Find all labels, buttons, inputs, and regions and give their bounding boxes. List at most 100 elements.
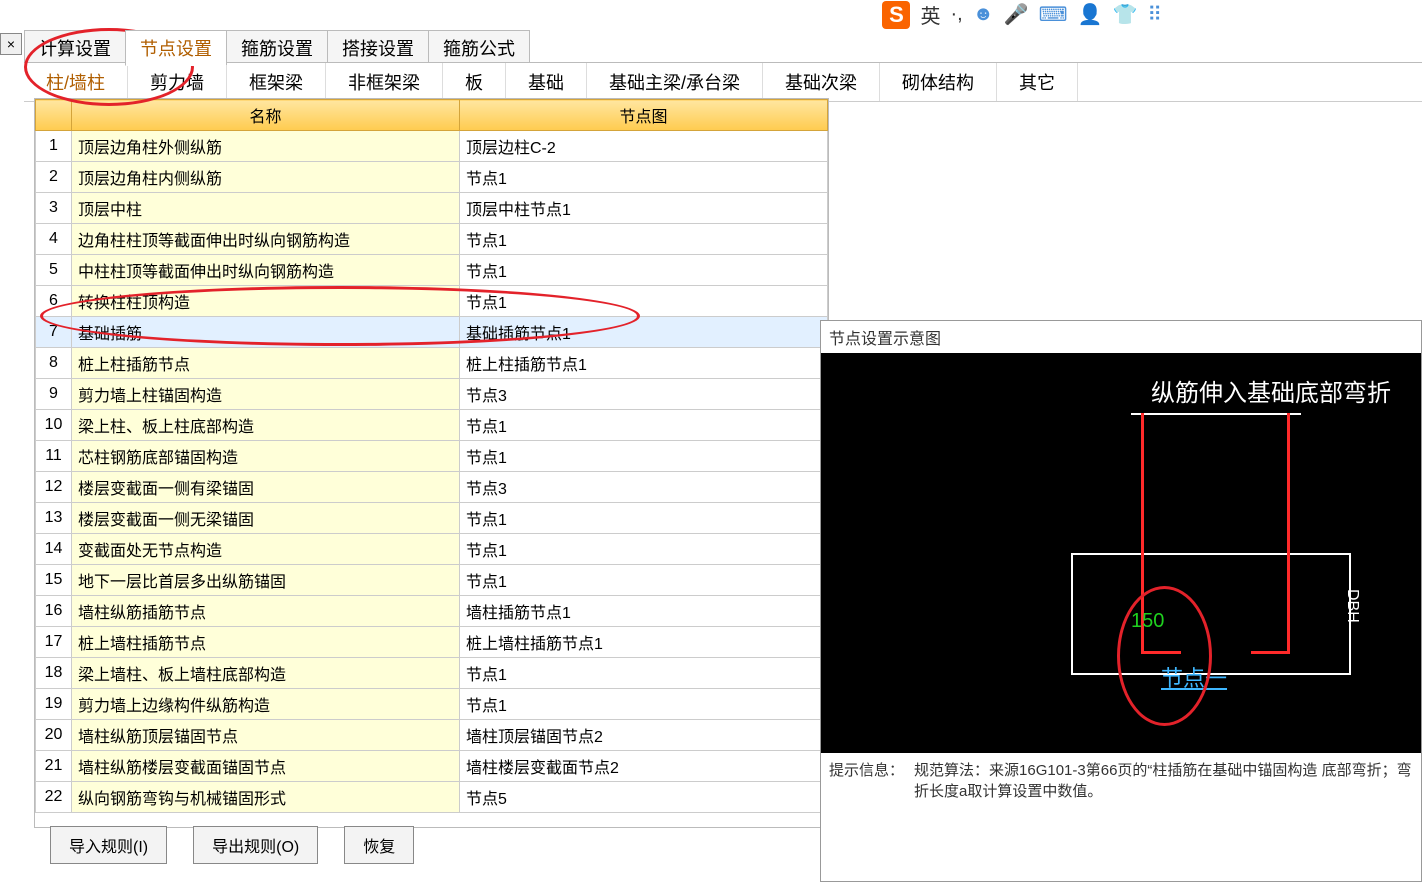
row-name[interactable]: 顶层中柱 bbox=[72, 193, 460, 224]
row-num: 18 bbox=[36, 658, 72, 689]
row-node[interactable]: 节点1 bbox=[460, 441, 828, 472]
sub-tab[interactable]: 基础次梁 bbox=[763, 63, 880, 101]
table-row[interactable]: 21墙柱纵筋楼层变截面锚固节点墙柱楼层变截面节点2 bbox=[36, 751, 828, 782]
row-node[interactable]: 节点3 bbox=[460, 472, 828, 503]
row-name[interactable]: 剪力墙上边缘构件纵筋构造 bbox=[72, 689, 460, 720]
row-node[interactable]: 墙柱楼层变截面节点2 bbox=[460, 751, 828, 782]
table-row[interactable]: 20墙柱纵筋顶层锚固节点墙柱顶层锚固节点2 bbox=[36, 720, 828, 751]
row-node[interactable]: 墙柱插筋节点1 bbox=[460, 596, 828, 627]
row-node[interactable]: 顶层中柱节点1 bbox=[460, 193, 828, 224]
row-name[interactable]: 墙柱纵筋顶层锚固节点 bbox=[72, 720, 460, 751]
row-node[interactable]: 桩上柱插筋节点1 bbox=[460, 348, 828, 379]
row-node[interactable]: 节点3 bbox=[460, 379, 828, 410]
ime-punct[interactable]: ·, bbox=[950, 3, 962, 26]
diagram-node-label[interactable]: 节点一 bbox=[1161, 661, 1227, 693]
table-row[interactable]: 13楼层变截面一侧无梁锚固节点1 bbox=[36, 503, 828, 534]
row-name[interactable]: 墙柱纵筋插筋节点 bbox=[72, 596, 460, 627]
sub-tab[interactable]: 框架梁 bbox=[227, 63, 326, 101]
ime-lang[interactable]: 英 bbox=[920, 0, 940, 29]
row-node[interactable]: 节点1 bbox=[460, 224, 828, 255]
table-row[interactable]: 15地下一层比首层多出纵筋锚固节点1 bbox=[36, 565, 828, 596]
grid-icon[interactable]: ⠿ bbox=[1147, 2, 1162, 27]
row-node[interactable]: 节点1 bbox=[460, 286, 828, 317]
table-row[interactable]: 22纵向钢筋弯钩与机械锚固形式节点5 bbox=[36, 782, 828, 813]
main-tab[interactable]: 计算设置 bbox=[24, 30, 126, 66]
table-row[interactable]: 4边角柱柱顶等截面伸出时纵向钢筋构造节点1 bbox=[36, 224, 828, 255]
import-button[interactable]: 导入规则(I) bbox=[50, 826, 167, 864]
row-node[interactable]: 节点1 bbox=[460, 689, 828, 720]
row-num: 10 bbox=[36, 410, 72, 441]
row-num: 5 bbox=[36, 255, 72, 286]
row-name[interactable]: 桩上墙柱插筋节点 bbox=[72, 627, 460, 658]
row-name[interactable]: 顶层边角柱内侧纵筋 bbox=[72, 162, 460, 193]
table-row[interactable]: 6转换柱柱顶构造节点1 bbox=[36, 286, 828, 317]
row-node[interactable]: 顶层边柱C-2 bbox=[460, 131, 828, 162]
table-row[interactable]: 3顶层中柱顶层中柱节点1 bbox=[36, 193, 828, 224]
table-row[interactable]: 16墙柱纵筋插筋节点墙柱插筋节点1 bbox=[36, 596, 828, 627]
row-name[interactable]: 顶层边角柱外侧纵筋 bbox=[72, 131, 460, 162]
row-num: 13 bbox=[36, 503, 72, 534]
row-name[interactable]: 梁上墙柱、板上墙柱底部构造 bbox=[72, 658, 460, 689]
sub-tab[interactable]: 剪力墙 bbox=[128, 63, 227, 101]
table-row[interactable]: 1顶层边角柱外侧纵筋顶层边柱C-2 bbox=[36, 131, 828, 162]
table-row[interactable]: 19剪力墙上边缘构件纵筋构造节点1 bbox=[36, 689, 828, 720]
row-name[interactable]: 墙柱纵筋楼层变截面锚固节点 bbox=[72, 751, 460, 782]
close-button[interactable]: × bbox=[0, 33, 22, 55]
row-name[interactable]: 转换柱柱顶构造 bbox=[72, 286, 460, 317]
row-node[interactable]: 节点1 bbox=[460, 410, 828, 441]
main-tab[interactable]: 搭接设置 bbox=[327, 30, 429, 66]
row-name[interactable]: 桩上柱插筋节点 bbox=[72, 348, 460, 379]
row-name[interactable]: 边角柱柱顶等截面伸出时纵向钢筋构造 bbox=[72, 224, 460, 255]
row-name[interactable]: 地下一层比首层多出纵筋锚固 bbox=[72, 565, 460, 596]
row-num: 17 bbox=[36, 627, 72, 658]
sub-tab[interactable]: 基础主梁/承台梁 bbox=[587, 63, 763, 101]
row-node[interactable]: 节点5 bbox=[460, 782, 828, 813]
row-node[interactable]: 墙柱顶层锚固节点2 bbox=[460, 720, 828, 751]
table-row[interactable]: 9剪力墙上柱锚固构造节点3 bbox=[36, 379, 828, 410]
row-node[interactable]: 节点1 bbox=[460, 565, 828, 596]
mic-icon[interactable]: 🎤 bbox=[1004, 2, 1029, 27]
row-node[interactable]: 节点1 bbox=[460, 658, 828, 689]
row-name[interactable]: 楼层变截面一侧有梁锚固 bbox=[72, 472, 460, 503]
person-icon[interactable]: 👤 bbox=[1078, 2, 1103, 27]
row-name[interactable]: 芯柱钢筋底部锚固构造 bbox=[72, 441, 460, 472]
table-row[interactable]: 18梁上墙柱、板上墙柱底部构造节点1 bbox=[36, 658, 828, 689]
row-node[interactable]: 基础插筋节点1 bbox=[460, 317, 828, 348]
row-node[interactable]: 桩上墙柱插筋节点1 bbox=[460, 627, 828, 658]
sub-tab[interactable]: 其它 bbox=[997, 63, 1078, 101]
row-name[interactable]: 变截面处无节点构造 bbox=[72, 534, 460, 565]
sub-tab[interactable]: 砌体结构 bbox=[880, 63, 997, 101]
main-tab[interactable]: 箍筋公式 bbox=[428, 30, 530, 66]
sub-tab[interactable]: 基础 bbox=[506, 63, 587, 101]
sub-tab[interactable]: 非框架梁 bbox=[326, 63, 443, 101]
table-row[interactable]: 10梁上柱、板上柱底部构造节点1 bbox=[36, 410, 828, 441]
row-name[interactable]: 中柱柱顶等截面伸出时纵向钢筋构造 bbox=[72, 255, 460, 286]
restore-button[interactable]: 恢复 bbox=[344, 826, 414, 864]
table-row[interactable]: 11芯柱钢筋底部锚固构造节点1 bbox=[36, 441, 828, 472]
sub-tab[interactable]: 板 bbox=[443, 63, 506, 101]
table-row[interactable]: 12楼层变截面一侧有梁锚固节点3 bbox=[36, 472, 828, 503]
smile-icon[interactable]: ☻ bbox=[973, 3, 994, 26]
table-row[interactable]: 14变截面处无节点构造节点1 bbox=[36, 534, 828, 565]
table-row[interactable]: 7基础插筋基础插筋节点1 bbox=[36, 317, 828, 348]
row-name[interactable]: 纵向钢筋弯钩与机械锚固形式 bbox=[72, 782, 460, 813]
row-name[interactable]: 基础插筋 bbox=[72, 317, 460, 348]
row-node[interactable]: 节点1 bbox=[460, 162, 828, 193]
table-row[interactable]: 8桩上柱插筋节点桩上柱插筋节点1 bbox=[36, 348, 828, 379]
row-name[interactable]: 剪力墙上柱锚固构造 bbox=[72, 379, 460, 410]
table-row[interactable]: 2顶层边角柱内侧纵筋节点1 bbox=[36, 162, 828, 193]
export-button[interactable]: 导出规则(O) bbox=[193, 826, 318, 864]
row-node[interactable]: 节点1 bbox=[460, 534, 828, 565]
shirt-icon[interactable]: 👕 bbox=[1112, 2, 1137, 27]
main-tab[interactable]: 节点设置 bbox=[125, 30, 227, 66]
row-node[interactable]: 节点1 bbox=[460, 255, 828, 286]
sub-tab[interactable]: 柱/墙柱 bbox=[24, 63, 128, 101]
row-node[interactable]: 节点1 bbox=[460, 503, 828, 534]
keyboard-icon[interactable]: ⌨ bbox=[1039, 2, 1068, 27]
table-row[interactable]: 5中柱柱顶等截面伸出时纵向钢筋构造节点1 bbox=[36, 255, 828, 286]
main-tab[interactable]: 箍筋设置 bbox=[226, 30, 328, 66]
row-name[interactable]: 梁上柱、板上柱底部构造 bbox=[72, 410, 460, 441]
table-row[interactable]: 17桩上墙柱插筋节点桩上墙柱插筋节点1 bbox=[36, 627, 828, 658]
col-name: 名称 bbox=[72, 100, 460, 131]
row-name[interactable]: 楼层变截面一侧无梁锚固 bbox=[72, 503, 460, 534]
